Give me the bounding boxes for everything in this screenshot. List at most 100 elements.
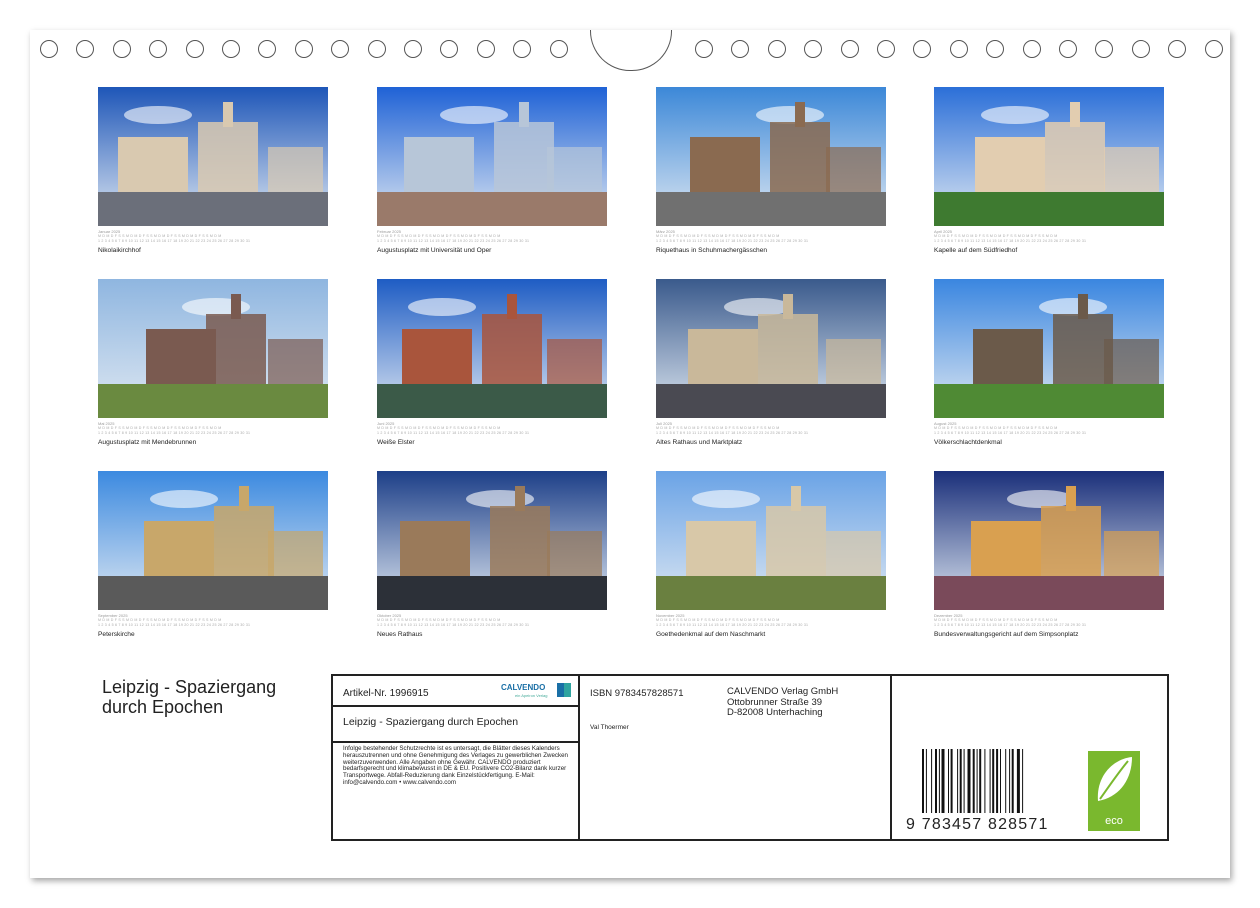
mini-calendar-strip: M D M D F S S M D M D F S S M D M D F S …	[377, 426, 530, 435]
calendar-title: Leipzig - Spaziergang durch Epochen	[102, 677, 277, 717]
box-title: Leipzig - Spaziergang durch Epochen	[343, 716, 519, 728]
month-tile: Mai 2025 M D M D F S S M D M D F S S M D …	[98, 279, 328, 454]
mini-calendar-strip: M D M D F S S M D M D F S S M D M D F S …	[98, 234, 251, 243]
isbn: ISBN 9783457828571	[590, 688, 684, 699]
binding-hole	[840, 40, 859, 58]
photo-caption: Nikolaikirchhof	[98, 247, 141, 254]
legal-notice: Infolge bestehender Schutzrechte ist es …	[343, 745, 568, 786]
barcode-digits: 9 783457 828571	[906, 816, 1049, 833]
photo-caption: Riquethaus in Schuhmachergässchen	[656, 247, 768, 254]
leaf-icon	[1097, 757, 1132, 801]
photo-caption: Augustusplatz mit Mendebrunnen	[98, 439, 197, 446]
mini-calendar-strip: M D M D F S S M D M D F S S M D M D F S …	[377, 618, 530, 627]
eco-label: eco	[1088, 751, 1140, 831]
mini-calendar-strip: M D M D F S S M D M D F S S M D M D F S …	[934, 234, 1087, 243]
binding-hole	[440, 40, 459, 58]
divider	[333, 705, 578, 707]
month-photo	[98, 471, 328, 610]
month-photo	[934, 471, 1164, 610]
photo-caption: Bundesverwaltungsgericht auf dem Simpson…	[934, 631, 1079, 638]
month-tile: Oktober 2025 M D M D F S S M D M D F S S …	[377, 471, 607, 646]
month-tile: September 2025 M D M D F S S M D M D F S …	[98, 471, 328, 646]
month-tile: Juni 2025 M D M D F S S M D M D F S S M D…	[377, 279, 607, 454]
logo-subtext: ein Apeiron Verlag	[515, 693, 548, 698]
calvendo-logo: CALVENDO ein Apeiron Verlag	[501, 681, 571, 703]
binding-hole	[76, 40, 95, 58]
binding-hole	[331, 40, 350, 58]
binding-hole	[112, 40, 131, 58]
month-photo	[656, 87, 886, 226]
binding-hole	[404, 40, 422, 58]
month-photo	[377, 87, 607, 226]
month-tile: April 2025 M D M D F S S M D M D F S S M …	[934, 87, 1164, 262]
binding-hole	[767, 40, 786, 58]
binding-hole	[549, 40, 568, 58]
info-column-barcode: 9 783457 828571 eco	[892, 676, 1167, 839]
photo-caption: Altes Rathaus und Marktplatz	[656, 439, 743, 446]
mini-calendar-strip: M D M D F S S M D M D F S S M D M D F S …	[98, 618, 251, 627]
month-photo	[656, 471, 886, 610]
binding-hole	[1022, 40, 1041, 58]
binding-hole	[513, 40, 532, 58]
binding-hole	[185, 40, 204, 58]
publisher-name: CALVENDO Verlag GmbH	[727, 686, 839, 697]
publisher-city: D-82008 Unterhaching	[727, 707, 823, 718]
month-tile: Dezember 2025 M D M D F S S M D M D F S S…	[934, 471, 1164, 646]
month-photo	[377, 471, 607, 610]
month-photo	[377, 279, 607, 418]
logo-mark-accent-icon	[564, 683, 571, 697]
month-tile: Juli 2025 M D M D F S S M D M D F S S M D…	[656, 279, 886, 454]
product-info-box: Artikel-Nr. 1996915 CALVENDO ein Apeiron…	[331, 674, 1169, 841]
photo-caption: Peterskirche	[98, 631, 135, 638]
mini-calendar-strip: M D M D F S S M D M D F S S M D M D F S …	[934, 618, 1087, 627]
binding-hole	[1095, 40, 1114, 58]
month-photo	[656, 279, 886, 418]
binding-hole	[877, 40, 895, 58]
month-tile: Januar 2025 M D M D F S S M D M D F S S M…	[98, 87, 328, 262]
month-tile: November 2025 M D M D F S S M D M D F S S…	[656, 471, 886, 646]
logo-text: CALVENDO	[501, 683, 546, 692]
month-photo	[934, 87, 1164, 226]
divider	[333, 741, 578, 743]
barcode-icon	[922, 749, 1024, 813]
binding-hole	[1131, 40, 1150, 58]
author-name: Val Thoermer	[590, 724, 629, 731]
month-tile: August 2025 M D M D F S S M D M D F S S M…	[934, 279, 1164, 454]
binding-hole	[40, 40, 58, 58]
month-photo	[98, 87, 328, 226]
binding-hole	[294, 40, 313, 58]
month-photo	[934, 279, 1164, 418]
binding-hole	[1168, 40, 1187, 58]
binding-hole	[913, 40, 932, 58]
binding-hole	[949, 40, 968, 58]
photo-caption: Weiße Elster	[377, 439, 415, 446]
month-tile: März 2025 M D M D F S S M D M D F S S M D…	[656, 87, 886, 262]
eco-text: eco	[1105, 815, 1123, 827]
mini-calendar-strip: M D M D F S S M D M D F S S M D M D F S …	[377, 234, 530, 243]
binding-hole	[222, 40, 240, 58]
month-tile: Februar 2025 M D M D F S S M D M D F S S …	[377, 87, 607, 262]
mini-calendar-strip: M D M D F S S M D M D F S S M D M D F S …	[656, 234, 809, 243]
mini-calendar-strip: M D M D F S S M D M D F S S M D M D F S …	[98, 426, 251, 435]
binding-hole	[1059, 40, 1077, 58]
binding-hole	[695, 40, 713, 58]
photo-caption: Augustusplatz mit Universität und Oper	[377, 247, 492, 254]
binding-hole	[367, 40, 386, 58]
binding-hole	[258, 40, 277, 58]
article-number: Artikel-Nr. 1996915	[343, 688, 429, 699]
info-column-article: Artikel-Nr. 1996915 CALVENDO ein Apeiron…	[333, 676, 580, 839]
binding-hole	[731, 40, 750, 58]
mini-calendar-strip: M D M D F S S M D M D F S S M D M D F S …	[934, 426, 1087, 435]
binding-hole	[1204, 40, 1223, 58]
binding-hole	[804, 40, 823, 58]
mini-calendar-strip: M D M D F S S M D M D F S S M D M D F S …	[656, 618, 809, 627]
photo-caption: Neues Rathaus	[377, 631, 423, 638]
binding-hole	[149, 40, 168, 58]
photo-caption: Goethedenkmal auf dem Naschmarkt	[656, 631, 766, 638]
publisher-address: CALVENDO Verlag GmbH Ottobrunner Straße …	[727, 686, 839, 719]
mini-calendar-strip: M D M D F S S M D M D F S S M D M D F S …	[656, 426, 809, 435]
binding-hole	[986, 40, 1005, 58]
binding-hole	[476, 40, 495, 58]
month-photo	[98, 279, 328, 418]
photo-caption: Kapelle auf dem Südfriedhof	[934, 247, 1018, 254]
